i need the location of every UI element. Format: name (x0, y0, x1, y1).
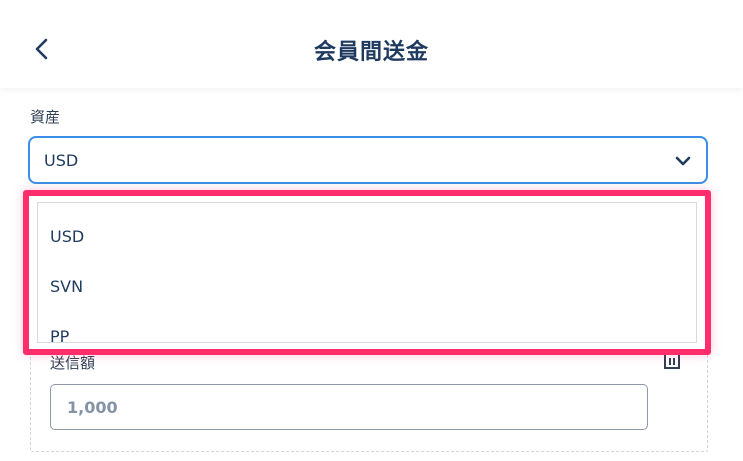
asset-option-usd[interactable]: USD (50, 211, 650, 261)
amount-input[interactable] (50, 384, 648, 430)
asset-dropdown-list: USD SVN PP (37, 202, 697, 346)
asset-select-value: USD (44, 150, 79, 170)
page: 会員間送金 資産 USD 送信額 USD SVN PP (0, 0, 743, 461)
asset-dropdown-highlight: USD SVN PP (23, 190, 711, 355)
header-bar: 会員間送金 (0, 0, 743, 88)
asset-option-pp[interactable]: PP (50, 311, 650, 361)
asset-select[interactable]: USD (28, 136, 708, 184)
page-title: 会員間送金 (313, 40, 429, 65)
asset-option-svn[interactable]: SVN (50, 261, 650, 311)
asset-label: 資産 (30, 108, 61, 126)
chevron-down-icon (675, 156, 691, 166)
